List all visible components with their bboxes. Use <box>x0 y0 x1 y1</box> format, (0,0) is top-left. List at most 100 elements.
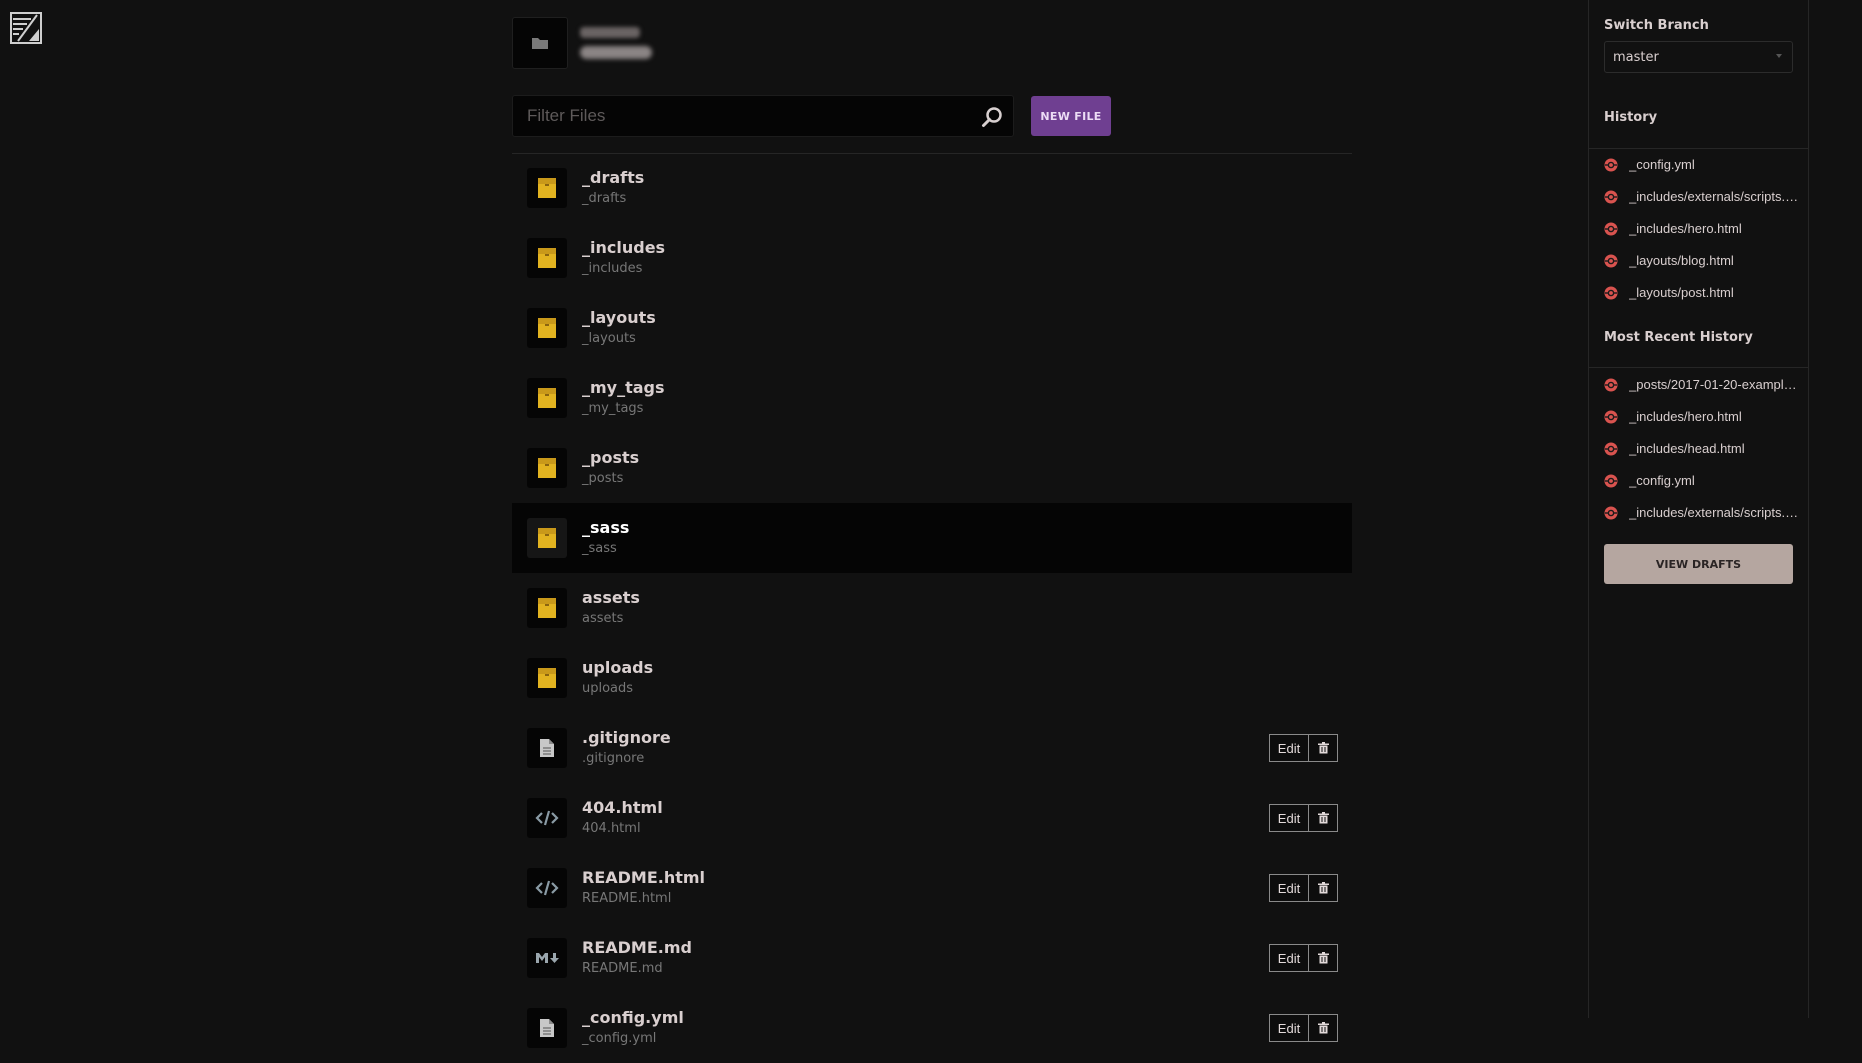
divider <box>1589 148 1808 149</box>
file-path: _posts <box>582 471 624 486</box>
file-name[interactable]: _includes <box>582 238 665 258</box>
git-commit-icon <box>1604 441 1618 456</box>
history-item-label: _posts/2017-01-20-example-post.md <box>1629 376 1799 392</box>
edit-button[interactable]: Edit <box>1269 804 1309 832</box>
git-commit-icon <box>1604 409 1618 424</box>
file-name[interactable]: _layouts <box>582 308 656 328</box>
folder-row[interactable]: _drafts _drafts <box>512 153 1352 223</box>
folder-icon <box>527 448 567 488</box>
file-path: _layouts <box>582 331 636 346</box>
code-icon <box>527 868 567 908</box>
git-commit-icon <box>1604 377 1618 392</box>
git-commit-icon <box>1604 505 1618 520</box>
file-name[interactable]: _my_tags <box>582 378 665 398</box>
git-commit-icon <box>1604 189 1618 204</box>
git-commit-icon <box>1604 253 1618 268</box>
history-item[interactable]: _layouts/blog.html <box>1604 250 1808 270</box>
file-name[interactable]: _posts <box>582 448 639 468</box>
delete-button[interactable] <box>1309 944 1338 972</box>
file-row[interactable]: _config.yml _config.yml Edit <box>512 993 1352 1063</box>
folder-icon <box>527 168 567 208</box>
file-name[interactable]: uploads <box>582 658 653 678</box>
folder-icon <box>527 238 567 278</box>
document-icon <box>527 1008 567 1048</box>
code-icon <box>527 798 567 838</box>
folder-icon <box>527 588 567 628</box>
history-item-label: _includes/hero.html <box>1629 408 1742 424</box>
file-name[interactable]: assets <box>582 588 640 608</box>
delete-button[interactable] <box>1309 1014 1338 1042</box>
folder-icon <box>527 518 567 558</box>
file-path: _config.yml <box>582 1031 657 1046</box>
repo-title[interactable] <box>580 27 652 59</box>
history-item[interactable]: _includes/hero.html <box>1604 218 1808 238</box>
history-item[interactable]: _includes/hero.html <box>1604 406 1808 426</box>
file-name[interactable]: _sass <box>582 518 629 538</box>
file-row[interactable]: .gitignore .gitignore Edit <box>512 713 1352 783</box>
file-name[interactable]: 404.html <box>582 798 663 818</box>
folder-row[interactable]: _my_tags _my_tags <box>512 363 1352 433</box>
git-commit-icon <box>1604 157 1618 172</box>
history-item[interactable]: _includes/externals/scripts.html <box>1604 502 1808 522</box>
edit-button[interactable]: Edit <box>1269 874 1309 902</box>
history-item-label: _config.yml <box>1629 156 1695 172</box>
filter-files-input[interactable] <box>513 96 981 136</box>
repo-owner-redacted <box>580 27 640 38</box>
history-item[interactable]: _posts/2017-01-20-example-post.md <box>1604 374 1808 394</box>
file-path: _includes <box>582 261 643 276</box>
file-name[interactable]: README.md <box>582 938 692 958</box>
file-actions: Edit <box>1269 944 1338 972</box>
file-path: 404.html <box>582 821 641 836</box>
trash-icon <box>1317 809 1329 828</box>
file-path: uploads <box>582 681 634 696</box>
file-row[interactable]: 404.html 404.html Edit <box>512 783 1352 853</box>
delete-button[interactable] <box>1309 804 1338 832</box>
file-actions: Edit <box>1269 1014 1338 1042</box>
view-drafts-button[interactable]: VIEW DRAFTS <box>1604 544 1793 584</box>
folder-row[interactable]: _posts _posts <box>512 433 1352 503</box>
folder-row[interactable]: uploads uploads <box>512 643 1352 713</box>
file-name[interactable]: README.html <box>582 868 705 888</box>
folder-row[interactable]: _sass _sass <box>512 503 1352 573</box>
file-name[interactable]: _config.yml <box>582 1008 684 1028</box>
notebook-logo-icon[interactable] <box>9 11 43 45</box>
file-path: _my_tags <box>582 401 644 416</box>
trash-icon <box>1317 879 1329 898</box>
delete-button[interactable] <box>1309 874 1338 902</box>
history-item-label: _layouts/post.html <box>1629 284 1734 300</box>
file-name[interactable]: _drafts <box>582 168 644 188</box>
markdown-icon <box>527 938 567 978</box>
file-name[interactable]: .gitignore <box>582 728 671 748</box>
history-item[interactable]: _config.yml <box>1604 470 1808 490</box>
search-icon[interactable] <box>981 106 1003 128</box>
trash-icon <box>1317 1019 1329 1038</box>
folder-row[interactable]: _layouts _layouts <box>512 293 1352 363</box>
history-item[interactable]: _includes/externals/scripts.html <box>1604 186 1808 206</box>
file-actions: Edit <box>1269 734 1338 762</box>
git-commit-icon <box>1604 473 1618 488</box>
file-path: _sass <box>582 541 617 556</box>
history-item-label: _layouts/blog.html <box>1629 252 1734 268</box>
history-item-label: _includes/head.html <box>1629 440 1745 456</box>
history-item[interactable]: _includes/head.html <box>1604 438 1808 458</box>
history-title: History <box>1604 110 1658 125</box>
history-item-label: _config.yml <box>1629 472 1695 488</box>
history-item-label: _includes/externals/scripts.html <box>1629 504 1799 520</box>
folder-row[interactable]: _includes _includes <box>512 223 1352 293</box>
file-list: _drafts _drafts _includes _includes _layouts… <box>512 153 1352 1063</box>
history-item[interactable]: _layouts/post.html <box>1604 282 1808 302</box>
edit-button[interactable]: Edit <box>1269 944 1309 972</box>
file-row[interactable]: README.html README.html Edit <box>512 853 1352 923</box>
branch-select[interactable]: master <box>1604 41 1793 73</box>
history-item-label: _includes/externals/scripts.html <box>1629 188 1799 204</box>
file-row[interactable]: README.md README.md Edit <box>512 923 1352 993</box>
document-icon <box>527 728 567 768</box>
switch-branch-title: Switch Branch <box>1604 18 1709 33</box>
folder-row[interactable]: assets assets <box>512 573 1352 643</box>
new-file-button[interactable]: NEW FILE <box>1031 96 1111 136</box>
edit-button[interactable]: Edit <box>1269 734 1309 762</box>
file-path: assets <box>582 611 624 626</box>
delete-button[interactable] <box>1309 734 1338 762</box>
history-item[interactable]: _config.yml <box>1604 154 1808 174</box>
edit-button[interactable]: Edit <box>1269 1014 1309 1042</box>
